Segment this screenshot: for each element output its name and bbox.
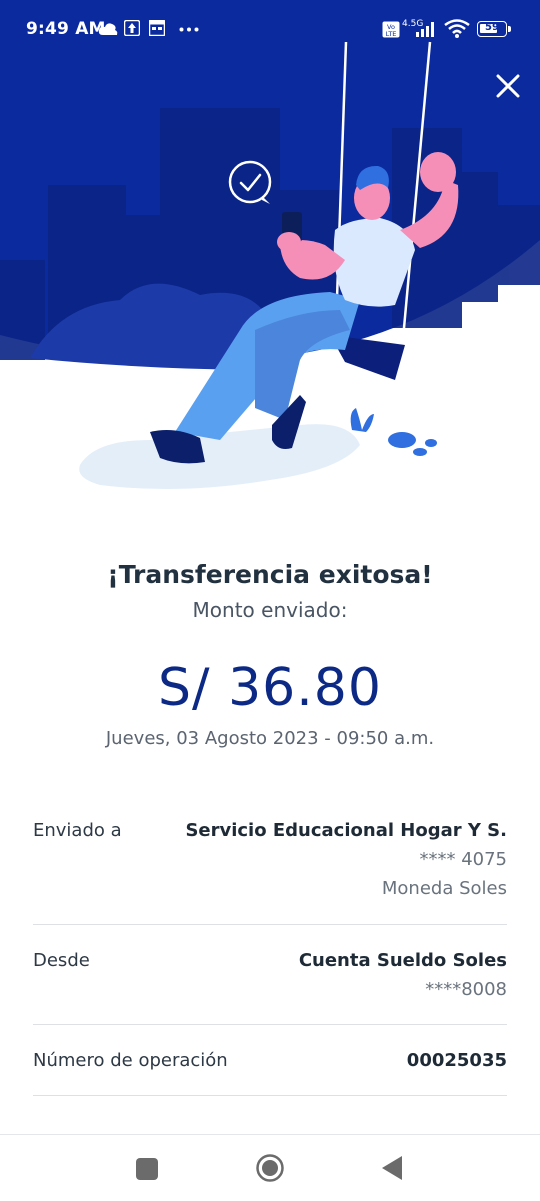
battery-tip <box>508 26 511 32</box>
close-button[interactable] <box>488 66 528 106</box>
source-account-name: Cuenta Sueldo Soles <box>298 950 507 971</box>
operation-info: 00025035 <box>407 1050 507 1071</box>
home-button[interactable] <box>255 1153 285 1187</box>
recipient-account: **** 4075 <box>419 849 507 870</box>
volte-icon: Vo LTE <box>382 21 400 38</box>
success-title: ¡Transferencia exitosa! <box>107 560 433 589</box>
status-bar: 9:49 AM Vo LTE 4.5G 59 <box>0 0 540 62</box>
operation-label: Número de operación <box>33 1050 228 1071</box>
calendar-icon <box>149 20 165 36</box>
recipient-label: Enviado a <box>33 820 122 841</box>
success-illustration <box>0 0 540 500</box>
swing-person-illustration <box>0 0 540 489</box>
divider <box>33 924 507 925</box>
recents-square-icon <box>136 1158 158 1180</box>
back-button[interactable] <box>380 1154 404 1186</box>
operation-number: 00025035 <box>406 1050 507 1071</box>
home-circle-icon <box>256 1154 284 1182</box>
wifi-icon <box>444 19 470 38</box>
battery-icon: 59 <box>477 21 507 37</box>
recipient-currency: Moneda Soles <box>381 878 507 899</box>
cloud-icon <box>98 23 118 35</box>
detail-row-recipient: Enviado a Servicio Educacional Hogar Y S… <box>33 820 507 910</box>
source-account-number: ****8008 <box>425 979 507 1000</box>
recents-button[interactable] <box>135 1157 159 1185</box>
signal-icon <box>416 22 434 37</box>
recipient-name: Servicio Educacional Hogar Y S. <box>185 820 507 841</box>
divider <box>33 1024 507 1025</box>
detail-row-operation: Número de operación 00025035 <box>33 1050 507 1080</box>
battery-level: 59 <box>485 22 499 33</box>
system-nav-bar <box>0 1134 540 1201</box>
transaction-datetime: Jueves, 03 Agosto 2023 - 09:50 a.m. <box>105 728 435 749</box>
source-info: Cuenta Sueldo Soles ****8008 <box>299 950 507 1000</box>
more-icon <box>179 27 199 32</box>
detail-row-source: Desde Cuenta Sueldo Soles ****8008 <box>33 950 507 1010</box>
back-triangle-icon <box>382 1156 402 1180</box>
close-icon <box>496 74 520 98</box>
recipient-info: Servicio Educacional Hogar Y S. **** 407… <box>185 820 507 899</box>
upload-icon <box>124 20 140 36</box>
status-time: 9:49 AM <box>26 19 106 39</box>
source-label: Desde <box>33 950 90 971</box>
divider <box>33 1095 507 1096</box>
amount-label: Monto enviado: <box>192 598 348 622</box>
amount-value: S/ 36.80 <box>158 658 382 718</box>
svg-text:LTE: LTE <box>386 30 397 38</box>
